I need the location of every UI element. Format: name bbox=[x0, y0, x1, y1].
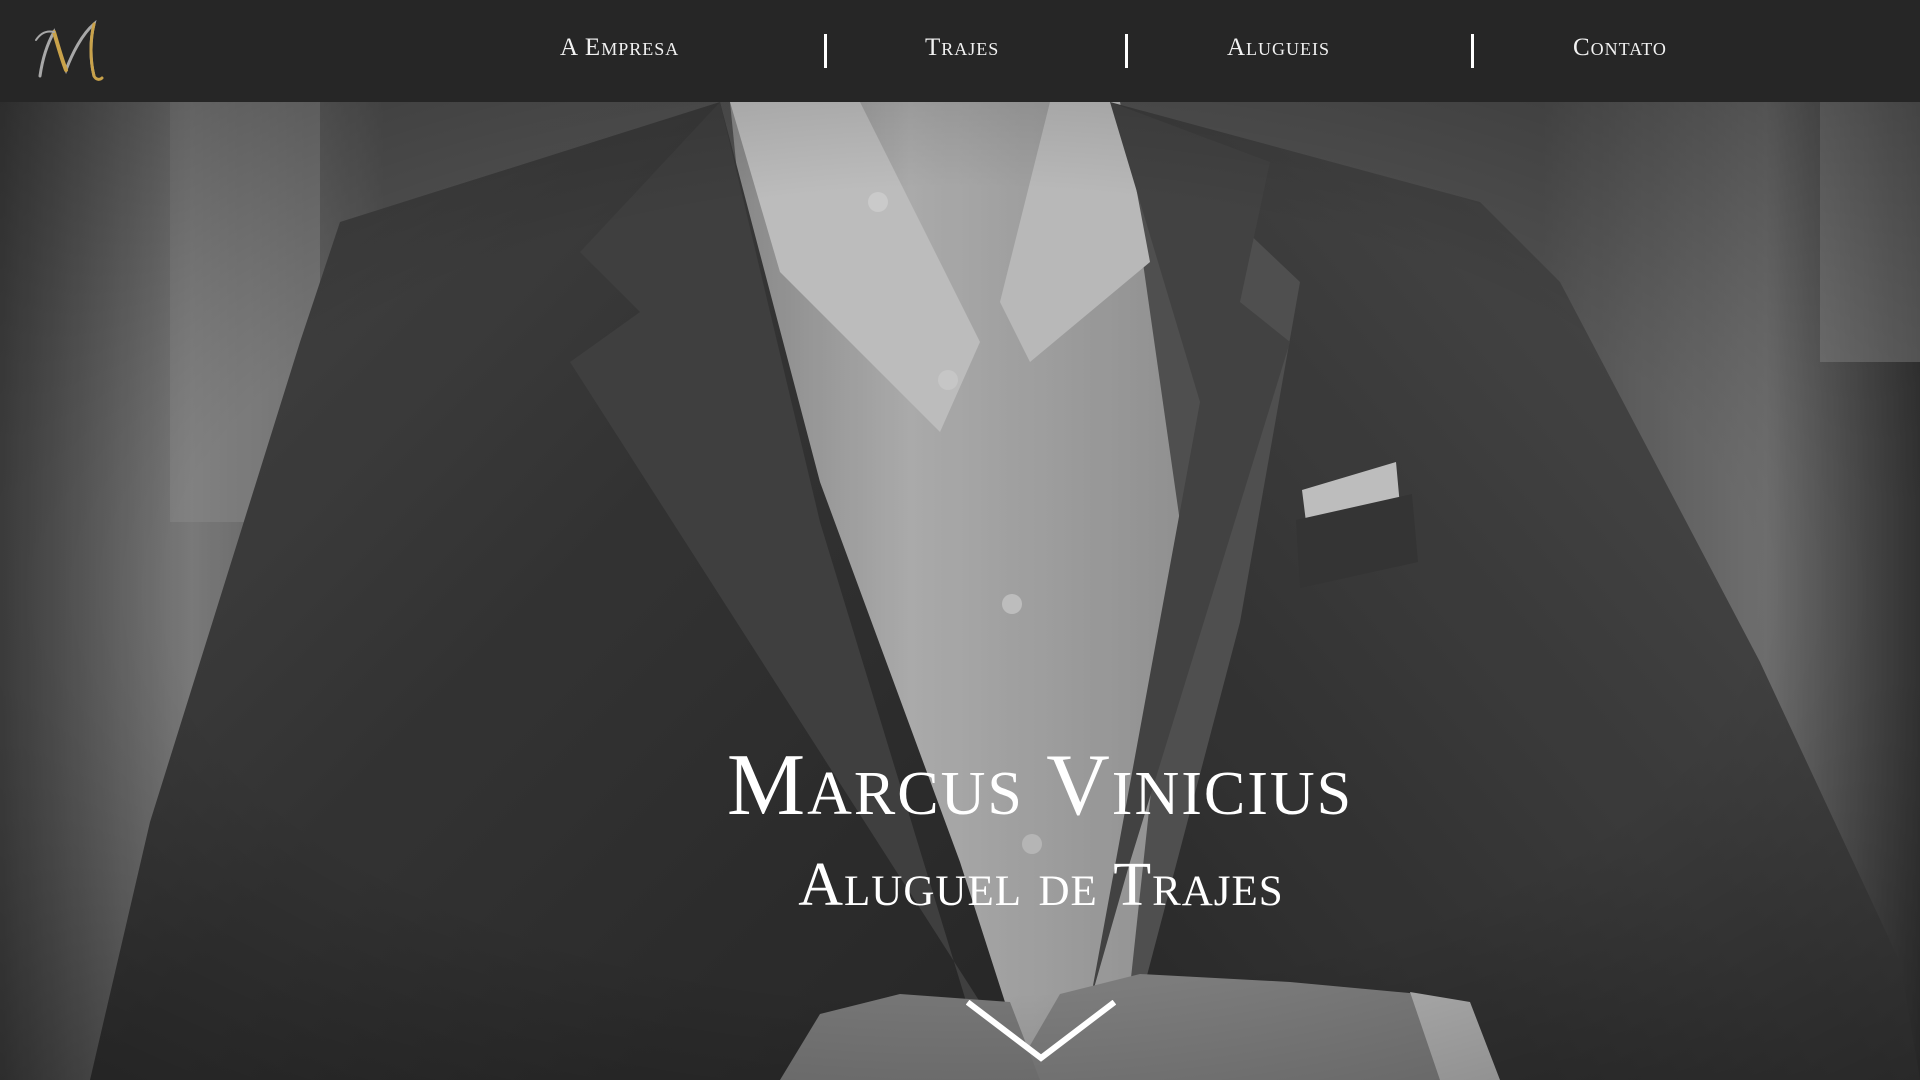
nav-separator bbox=[824, 34, 827, 68]
hero-title: Marcus Vinicius bbox=[726, 737, 1354, 834]
nav-item-contato[interactable]: Contato bbox=[1573, 34, 1667, 68]
nav-item-alugueis[interactable]: Alugueis bbox=[1227, 34, 1330, 68]
nav-item-a-empresa[interactable]: A Empresa bbox=[560, 34, 679, 68]
nav-item-trajes[interactable]: Trajes bbox=[925, 34, 999, 68]
top-navbar: A Empresa Trajes Alugueis Contato bbox=[0, 0, 1920, 102]
page: A Empresa Trajes Alugueis Contato Marcus… bbox=[0, 0, 1920, 1080]
brand-logo[interactable] bbox=[32, 10, 104, 86]
chevron-down-icon bbox=[966, 1000, 1116, 1062]
hero-background-photo bbox=[0, 102, 1920, 1080]
hero-subtitle: Aluguel de Trajes bbox=[798, 851, 1284, 919]
scroll-down-button[interactable] bbox=[966, 1000, 1116, 1064]
logo-m-icon bbox=[35, 19, 104, 81]
nav-separator bbox=[1125, 34, 1128, 68]
hero-section: Marcus Vinicius Aluguel de Trajes bbox=[0, 102, 1920, 1080]
nav-separator bbox=[1471, 34, 1474, 68]
